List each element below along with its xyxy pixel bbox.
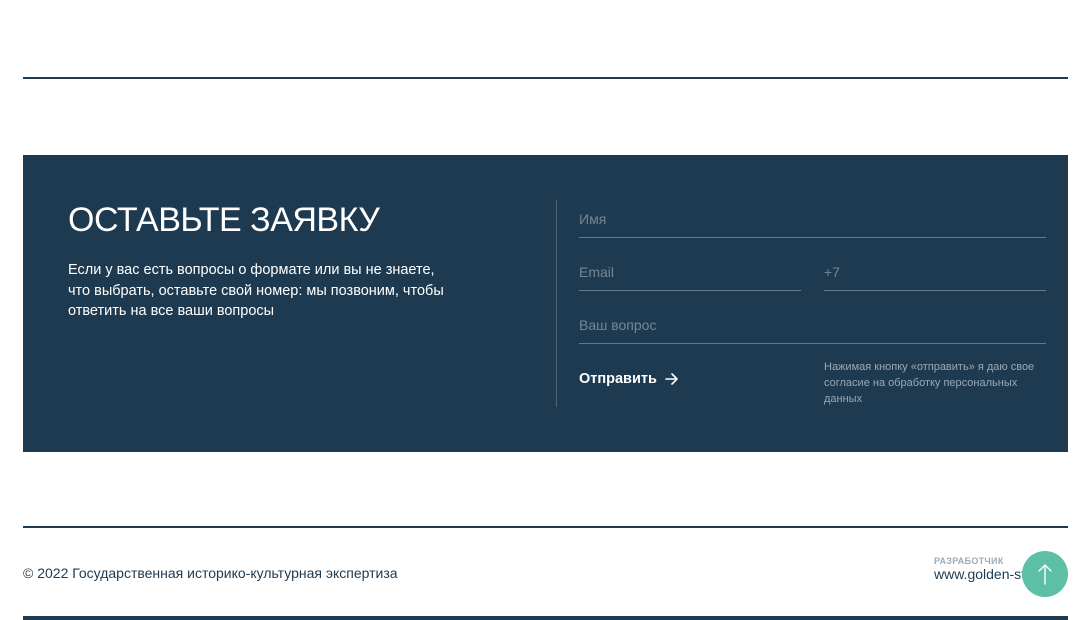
vertical-divider [556, 200, 557, 407]
submit-button[interactable]: Отправить [579, 371, 679, 387]
developer-label: РАЗРАБОТЧИК [934, 556, 1004, 566]
request-form-section: ОСТАВЬТЕ ЗАЯВКУ Если у вас есть вопросы … [23, 155, 1068, 452]
scroll-to-top-button[interactable] [1022, 551, 1068, 597]
top-divider [23, 77, 1068, 79]
page: ОСТАВЬТЕ ЗАЯВКУ Если у вас есть вопросы … [0, 0, 1091, 620]
question-input[interactable] [579, 306, 1046, 343]
bottom-bar [23, 616, 1068, 620]
footer-divider [23, 526, 1068, 528]
submit-button-label: Отправить [579, 371, 657, 387]
name-field [579, 200, 1046, 238]
form-title: ОСТАВЬТЕ ЗАЯВКУ [68, 201, 380, 239]
phone-input[interactable] [824, 253, 1046, 290]
email-field [579, 253, 801, 291]
copyright-text: © 2022 Государственная историко-культурн… [23, 565, 398, 581]
question-field [579, 306, 1046, 344]
email-input[interactable] [579, 253, 801, 290]
developer-link[interactable]: www.golden-st [934, 566, 1025, 582]
arrow-right-icon [665, 373, 678, 385]
consent-text: Нажимая кнопку «отправить» я даю свое со… [824, 361, 1035, 405]
name-input[interactable] [579, 200, 1046, 237]
form-description: Если у вас есть вопросы о формате или вы… [68, 262, 444, 319]
arrow-up-icon [1038, 564, 1052, 585]
phone-field [824, 253, 1046, 291]
